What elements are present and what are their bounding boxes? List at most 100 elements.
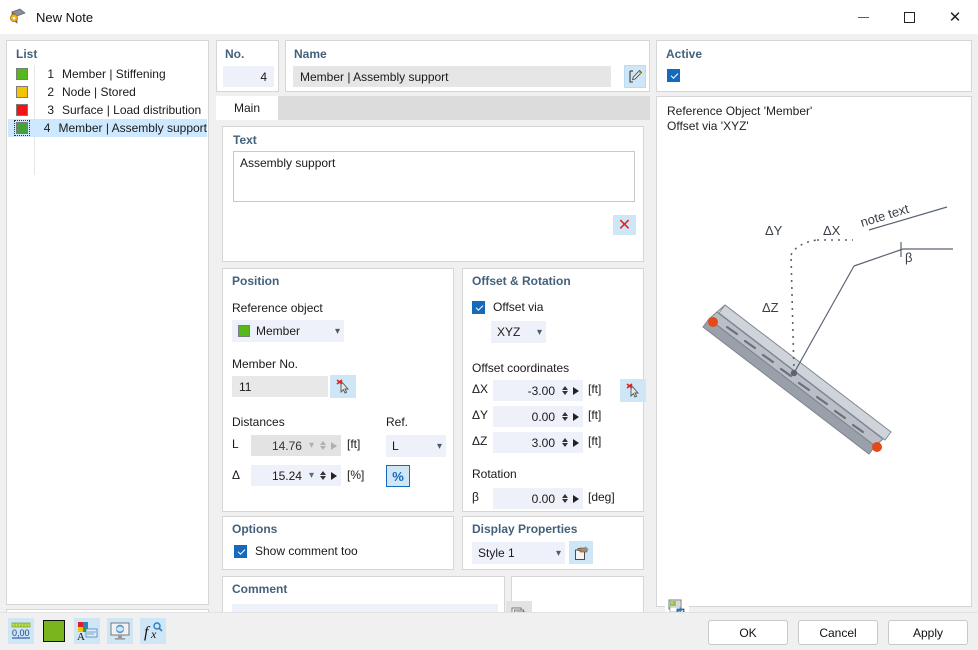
stepper-icon[interactable] — [559, 494, 571, 503]
offset-dx-symbol: ΔX — [472, 382, 489, 396]
active-checkbox[interactable] — [667, 69, 680, 82]
position-group: Position Reference object Member ▾ Membe… — [222, 268, 454, 512]
pick-offset-icon[interactable] — [620, 379, 646, 402]
offset-via-checkbox[interactable] — [472, 301, 485, 314]
expand-arrow-icon[interactable] — [573, 412, 579, 421]
text-label: Text — [233, 133, 257, 147]
reference-object-color-icon — [238, 325, 250, 337]
expand-arrow-icon[interactable] — [573, 438, 579, 447]
apply-button[interactable]: Apply — [888, 620, 968, 645]
offset-via-select[interactable]: XYZ ▾ — [491, 321, 546, 343]
offset-dy-unit: [ft] — [588, 408, 602, 422]
distance-delta-value: 15.24 — [271, 468, 302, 483]
offset-dz-unit: [ft] — [588, 434, 602, 448]
offset-dz-spinner[interactable]: 3.00 — [493, 432, 583, 453]
expand-arrow-icon[interactable] — [331, 441, 337, 450]
offset-dy-value: 0.00 — [531, 409, 555, 424]
rotation-symbol: β — [472, 490, 479, 504]
show-comment-checkbox[interactable] — [234, 545, 247, 558]
list-item-selected[interactable]: 4 Member | Assembly support — [8, 119, 207, 137]
minimize-button[interactable] — [840, 0, 886, 34]
reference-object-label: Reference object — [232, 301, 323, 315]
text-group: Text Assembly support ✕ — [222, 126, 644, 262]
clear-text-icon[interactable]: ✕ — [613, 215, 636, 235]
ok-button[interactable]: OK — [708, 620, 788, 645]
label-delta-x: ΔX — [823, 223, 841, 238]
text-input[interactable]: Assembly support — [233, 151, 635, 202]
cancel-button[interactable]: Cancel — [798, 620, 878, 645]
name-input[interactable]: Member | Assembly support — [293, 66, 611, 87]
stepper-icon[interactable] — [559, 386, 571, 395]
list-item[interactable]: 1 Member | Stiffening — [8, 65, 207, 83]
tab-strip: Main — [216, 96, 650, 120]
close-button[interactable]: ✕ — [932, 0, 978, 34]
chevron-down-icon: ▾ — [436, 440, 442, 452]
formula-icon[interactable]: f x — [140, 618, 166, 644]
percent-toggle-button[interactable]: % — [386, 465, 410, 487]
show-comment-label: Show comment too — [255, 544, 358, 558]
edit-name-icon[interactable] — [624, 65, 646, 88]
offset-dx-unit: [ft] — [588, 382, 602, 396]
distance-delta-spinner[interactable]: 15.24 ▾ — [251, 465, 341, 486]
title-bar: New Note ✕ — [0, 0, 978, 34]
rotation-beta-value: 0.00 — [531, 491, 555, 506]
options-group: Options Show comment too — [222, 516, 454, 570]
active-label: Active — [666, 47, 703, 61]
list-title: List — [16, 47, 38, 61]
offset-dx-spinner[interactable]: -3.00 — [493, 380, 583, 401]
note-app-icon — [8, 7, 28, 27]
list-item[interactable]: 2 Node | Stored — [8, 83, 207, 101]
number-label: No. — [225, 47, 245, 61]
stepper-icon[interactable] — [317, 441, 329, 450]
edit-style-icon[interactable] — [569, 541, 593, 564]
offset-dz-symbol: ΔZ — [472, 434, 488, 448]
comment-label: Comment — [232, 582, 288, 596]
ref-label: Ref. — [386, 415, 409, 429]
stepper-icon[interactable] — [317, 471, 329, 480]
rotation-beta-spinner[interactable]: 0.00 — [493, 488, 583, 509]
color-swatch-icon — [14, 120, 30, 136]
maximize-button[interactable] — [886, 0, 932, 34]
color-swatch-icon — [16, 86, 28, 98]
ref-value: L — [392, 439, 399, 453]
color-swatch-icon[interactable] — [41, 618, 67, 644]
member-no-input[interactable]: 11 — [232, 376, 328, 397]
stepper-icon[interactable] — [559, 438, 571, 447]
chevron-down-icon: ▾ — [536, 326, 542, 338]
tab-main[interactable]: Main — [216, 96, 278, 120]
svg-text:A: A — [77, 631, 85, 642]
list-item-number: 1 — [47, 67, 54, 81]
expand-arrow-icon[interactable] — [573, 386, 579, 395]
preview-panel: Reference Object 'Member' Offset via 'XY… — [656, 96, 972, 619]
window-controls: ✕ — [840, 0, 978, 34]
window-title: New Note — [36, 9, 94, 25]
offset-rotation-label: Offset & Rotation — [472, 274, 571, 288]
font-style-icon[interactable]: A — [74, 618, 100, 644]
stepper-icon[interactable] — [559, 412, 571, 421]
decimal-places-icon[interactable]: 0,00 — [8, 618, 34, 644]
expand-arrow-icon[interactable] — [573, 494, 579, 503]
expand-arrow-icon[interactable] — [331, 471, 337, 480]
chevron-down-icon: ▾ — [334, 325, 340, 337]
chevron-down-icon: ▾ — [308, 440, 314, 451]
style-select[interactable]: Style 1 ▾ — [472, 542, 565, 564]
list-item-number: 4 — [43, 121, 51, 135]
list-item[interactable]: 3 Surface | Load distribution — [8, 101, 207, 119]
distance-delta-unit: [%] — [347, 468, 365, 482]
offset-dy-symbol: ΔY — [472, 408, 489, 422]
ref-select[interactable]: L ▾ — [386, 435, 446, 457]
pick-member-icon[interactable] — [330, 375, 356, 398]
member-no-label: Member No. — [232, 357, 299, 371]
list-rows: 1 Member | Stiffening 2 Node | Stored 3 … — [8, 65, 207, 137]
dialog-buttons: OK Cancel Apply — [708, 620, 968, 645]
offset-dy-spinner[interactable]: 0.00 — [493, 406, 583, 427]
rotation-label: Rotation — [472, 467, 517, 481]
distance-delta-symbol: Δ — [232, 468, 241, 482]
reference-object-select[interactable]: Member ▾ — [232, 320, 344, 342]
label-delta-z: ΔZ — [762, 300, 779, 315]
distance-L-spinner[interactable]: 14.76 ▾ — [251, 435, 341, 456]
display-navigator-icon[interactable] — [107, 618, 133, 644]
distance-row-symbol: L — [232, 437, 239, 451]
offset-dx-value: -3.00 — [527, 383, 555, 398]
new-note-dialog: New Note ✕ List 1 Member | Stiffening 2 — [0, 0, 978, 650]
